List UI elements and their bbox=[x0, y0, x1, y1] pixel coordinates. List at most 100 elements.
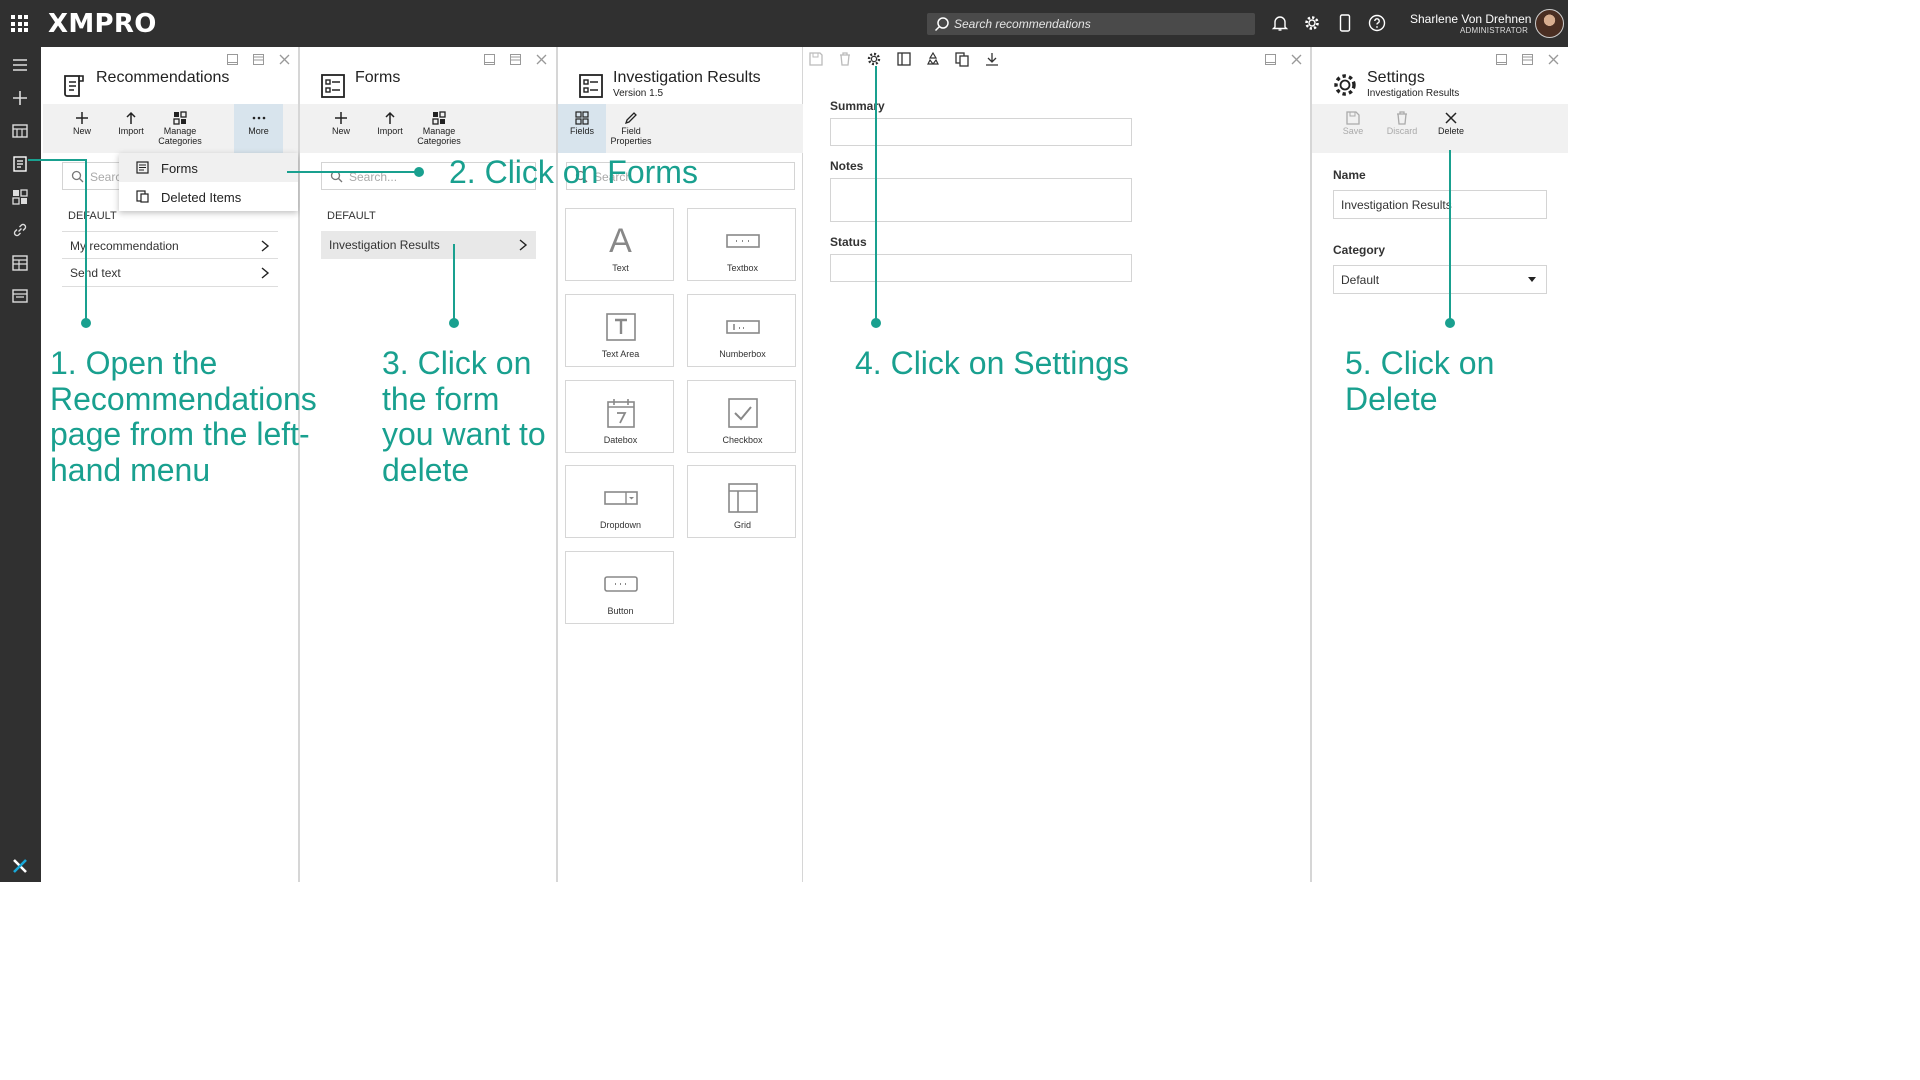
global-search-placeholder: Search recommendations bbox=[954, 17, 1091, 31]
close-icon[interactable] bbox=[535, 53, 548, 66]
sidebar-item-calendar-icon[interactable] bbox=[11, 287, 29, 305]
recycle-icon[interactable] bbox=[925, 51, 941, 67]
minimize-icon[interactable] bbox=[1264, 53, 1277, 66]
search-icon bbox=[934, 17, 949, 32]
grid-icon bbox=[727, 483, 758, 513]
add-icon[interactable] bbox=[11, 89, 29, 107]
sidebar-item-apps-icon[interactable] bbox=[11, 122, 29, 140]
callout-dot bbox=[1445, 318, 1455, 328]
layout-icon[interactable] bbox=[896, 51, 912, 67]
field-numberbox[interactable]: Numberbox bbox=[687, 294, 796, 367]
user-name[interactable]: Sharlene Von Drehnen bbox=[1410, 12, 1531, 26]
sidebar-item-dashboards-icon[interactable] bbox=[11, 188, 29, 206]
field-checkbox[interactable]: Checkbox bbox=[687, 380, 796, 453]
more-dropdown-menu: Forms Deleted Items bbox=[119, 153, 298, 211]
deleted-items-icon bbox=[136, 190, 149, 203]
upload-icon bbox=[126, 111, 136, 124]
copy-icon[interactable] bbox=[954, 51, 970, 67]
chevron-down-icon bbox=[1528, 277, 1536, 282]
minimize-icon[interactable] bbox=[1495, 53, 1508, 66]
maximize-icon[interactable] bbox=[509, 53, 522, 66]
maximize-icon[interactable] bbox=[1521, 53, 1534, 66]
manage-categories-button[interactable]: Manage Categories bbox=[415, 104, 463, 153]
field-dropdown[interactable]: Dropdown bbox=[565, 465, 674, 538]
list-item[interactable]: Send text bbox=[62, 259, 278, 287]
callout-line bbox=[1449, 150, 1451, 323]
callout-line bbox=[28, 159, 86, 161]
page-title: Recommendations bbox=[96, 69, 230, 86]
import-button[interactable]: Import bbox=[111, 104, 151, 153]
sidebar-item-data-streams-icon[interactable] bbox=[11, 254, 29, 272]
import-button[interactable]: Import bbox=[370, 104, 410, 153]
numberbox-icon bbox=[725, 320, 760, 334]
save-icon[interactable] bbox=[808, 51, 824, 67]
upload-icon bbox=[385, 111, 395, 124]
categories-icon bbox=[432, 111, 446, 125]
annotation-step-5: 5. Click on Delete bbox=[1345, 345, 1495, 417]
bell-icon[interactable] bbox=[1271, 14, 1289, 32]
callout-line bbox=[875, 66, 877, 323]
user-role: ADMINISTRATOR bbox=[1460, 26, 1529, 35]
help-icon[interactable] bbox=[1368, 14, 1386, 32]
minimize-icon[interactable] bbox=[483, 53, 496, 66]
gear-icon bbox=[1334, 74, 1356, 96]
close-icon[interactable] bbox=[278, 53, 291, 66]
manage-categories-button[interactable]: Manage Categories bbox=[156, 104, 204, 153]
field-button[interactable]: Button bbox=[565, 551, 674, 624]
apps-grid-icon[interactable] bbox=[11, 15, 28, 32]
delete-button[interactable]: Delete bbox=[1432, 104, 1470, 153]
chevron-right-icon bbox=[261, 267, 270, 279]
close-icon[interactable] bbox=[1547, 53, 1560, 66]
settings-subtitle: Investigation Results bbox=[1367, 88, 1460, 99]
callout-dot bbox=[449, 318, 459, 328]
category-select[interactable]: Default bbox=[1333, 265, 1547, 294]
field-textbox[interactable]: Textbox bbox=[687, 208, 796, 281]
page-title: Investigation Results bbox=[613, 69, 761, 86]
forms-icon bbox=[321, 74, 345, 98]
list-item[interactable]: My recommendation bbox=[62, 231, 278, 259]
fields-grid-icon bbox=[575, 111, 589, 125]
discard-button[interactable]: Discard bbox=[1381, 104, 1423, 153]
sidebar-item-link-icon[interactable] bbox=[11, 221, 29, 239]
save-button[interactable]: Save bbox=[1334, 104, 1372, 153]
more-button[interactable]: More bbox=[234, 104, 283, 153]
trash-icon[interactable] bbox=[837, 51, 853, 67]
field-datebox[interactable]: Datebox bbox=[565, 380, 674, 453]
checkbox-icon bbox=[727, 398, 758, 428]
new-button[interactable]: New bbox=[63, 104, 101, 153]
new-button[interactable]: New bbox=[322, 104, 360, 153]
maximize-icon[interactable] bbox=[252, 53, 265, 66]
button-icon bbox=[603, 576, 638, 592]
recommendations-icon bbox=[64, 75, 84, 97]
field-text[interactable]: A Text bbox=[565, 208, 674, 281]
more-dots-icon bbox=[252, 116, 265, 120]
avatar[interactable] bbox=[1535, 9, 1564, 38]
callout-line bbox=[287, 171, 419, 173]
xmpro-x-icon[interactable] bbox=[11, 857, 29, 875]
category-label: Category bbox=[1333, 243, 1386, 257]
field-text-area[interactable]: Text Area bbox=[565, 294, 674, 367]
categories-icon bbox=[173, 111, 187, 125]
name-input[interactable]: Investigation Results bbox=[1333, 190, 1547, 219]
sidebar-item-recommendations-icon[interactable] bbox=[11, 155, 29, 173]
forms-icon bbox=[136, 161, 149, 174]
xmpro-logo: XMPRO bbox=[48, 9, 157, 39]
menu-item-forms[interactable]: Forms bbox=[119, 153, 298, 182]
global-search-input[interactable]: Search recommendations bbox=[927, 13, 1255, 35]
close-icon[interactable] bbox=[1290, 53, 1303, 66]
menu-item-deleted-items[interactable]: Deleted Items bbox=[119, 182, 298, 211]
annotation-step-3: 3. Click on the form you want to delete bbox=[382, 345, 546, 488]
search-icon bbox=[71, 170, 84, 183]
mobile-icon[interactable] bbox=[1337, 14, 1353, 32]
tab-field-properties[interactable]: Field Properties bbox=[607, 104, 655, 153]
download-icon[interactable] bbox=[984, 51, 1000, 67]
gear-icon[interactable] bbox=[1303, 14, 1321, 32]
list-item-selected[interactable]: Investigation Results bbox=[321, 231, 536, 259]
pencil-icon bbox=[624, 112, 637, 125]
hamburger-menu-icon[interactable] bbox=[11, 56, 29, 74]
minimize-icon[interactable] bbox=[226, 53, 239, 66]
field-grid[interactable]: Grid bbox=[687, 465, 796, 538]
settings-gear-icon[interactable] bbox=[866, 51, 882, 67]
callout-dot bbox=[414, 167, 424, 177]
tab-fields[interactable]: Fields bbox=[558, 104, 606, 153]
